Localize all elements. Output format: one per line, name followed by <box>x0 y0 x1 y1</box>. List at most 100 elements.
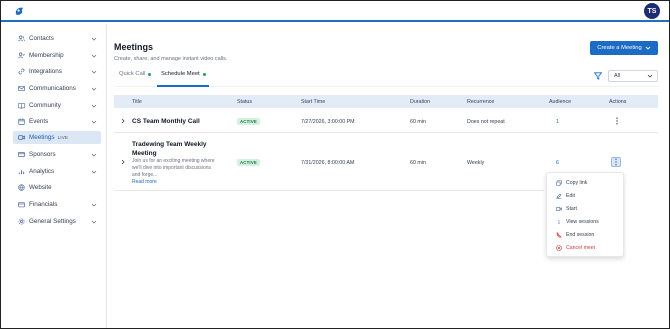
sidebar: Contacts Membership Integrations Communi… <box>1 24 107 328</box>
audience-count[interactable]: 1 <box>556 119 559 125</box>
sidebar-item-integrations[interactable]: Integrations <box>13 65 101 78</box>
user-check-icon <box>18 52 25 59</box>
sidebar-item-analytics[interactable]: Analytics <box>13 165 101 178</box>
meeting-description-line-2: we'll dive into important discussions <box>132 165 212 171</box>
sidebar-item-meetings[interactable]: Meetings LIVE <box>13 131 101 144</box>
chevron-down-icon <box>91 70 97 74</box>
chevron-down-icon <box>91 54 97 58</box>
page-title: Meetings <box>114 42 154 52</box>
filter-select-value: All <box>614 73 621 79</box>
chevron-down-icon <box>647 74 653 78</box>
sidebar-item-membership[interactable]: Membership <box>13 49 101 62</box>
tab-quick-call[interactable]: Quick Call <box>119 71 152 77</box>
menu-item-label: End session <box>566 232 595 238</box>
menu-item-edit[interactable]: Edit <box>547 190 625 202</box>
status-dot <box>202 72 206 76</box>
avatar[interactable]: TS <box>644 3 660 19</box>
wallet-icon <box>18 201 25 208</box>
chevron-down-icon <box>91 203 97 207</box>
meeting-title-line-1[interactable]: Tradewing Team Weekly <box>132 140 207 149</box>
meeting-description-line-1: Join us for an exciting meeting where <box>132 158 215 164</box>
recurrence: Does not repeat <box>467 119 505 125</box>
read-more-link[interactable]: Read more <box>132 179 157 185</box>
sidebar-item-website[interactable]: Website <box>13 181 101 194</box>
menu-item-start[interactable]: Start <box>547 203 625 215</box>
meeting-title-line-2[interactable]: Meeting <box>132 149 157 158</box>
sidebar-item-community[interactable]: Community <box>13 99 101 112</box>
menu-item-label: Start <box>566 206 577 212</box>
sidebar-item-contacts[interactable]: Contacts <box>13 32 101 45</box>
tab-schedule-meet[interactable]: Schedule Meet <box>161 71 206 77</box>
column-header-start-time: Start Time <box>301 98 326 105</box>
row-actions-button[interactable] <box>611 157 621 167</box>
audience-count[interactable]: 6 <box>556 160 559 166</box>
menu-item-label: View sessions <box>566 219 599 225</box>
menu-item-end-session[interactable]: End session <box>547 229 625 241</box>
app-window: TS Contacts Membership Integrations Comm… <box>0 0 670 329</box>
status-badge: ACTIVE <box>237 118 260 125</box>
menu-item-label: Copy link <box>566 180 588 186</box>
column-header-audience: Audience <box>549 98 572 105</box>
column-header-duration: Duration <box>410 98 431 105</box>
sidebar-item-label: General Settings <box>29 218 76 225</box>
card-icon <box>18 151 25 158</box>
filter-icon[interactable] <box>594 72 602 80</box>
sidebar-item-general-settings[interactable]: General Settings <box>13 215 101 228</box>
row-actions-button[interactable] <box>612 116 622 126</box>
sidebar-item-label: Financials <box>29 201 58 208</box>
sidebar-item-label: Membership <box>29 52 64 59</box>
sidebar-item-events[interactable]: Events <box>13 115 101 128</box>
expand-row-icon[interactable] <box>120 118 126 124</box>
top-bar: TS <box>1 1 669 22</box>
edit-icon <box>556 193 562 199</box>
sidebar-item-communications[interactable]: Communications <box>13 82 101 95</box>
page-subtitle: Create, share, and manage instant video … <box>114 56 228 62</box>
calendar-icon <box>18 118 25 125</box>
active-tab-indicator <box>157 85 209 87</box>
more-vertical-icon <box>616 117 618 125</box>
sidebar-item-label: Communications <box>29 85 76 92</box>
sidebar-item-financials[interactable]: Financials <box>13 198 101 211</box>
sidebar-item-sponsors[interactable]: Sponsors <box>13 148 101 161</box>
column-header-actions: Actions <box>609 98 627 105</box>
create-meeting-label: Create a Meeting <box>597 45 642 51</box>
chevron-down-icon <box>91 87 97 91</box>
sidebar-item-label: Sponsors <box>29 151 56 158</box>
menu-item-copy-link[interactable]: Copy link <box>547 177 625 189</box>
duration: 60 min <box>410 119 426 125</box>
sidebar-item-label: Community <box>29 102 61 109</box>
chevron-down-icon <box>91 37 97 41</box>
row-divider <box>114 190 544 191</box>
meeting-description-line-3: and forge... <box>132 172 158 178</box>
menu-item-cancel-meet[interactable]: Cancel meet <box>547 242 625 254</box>
filter-select[interactable]: All <box>608 70 658 82</box>
expand-row-icon[interactable] <box>120 159 126 165</box>
create-meeting-button[interactable]: Create a Meeting <box>590 41 658 55</box>
link-icon <box>18 68 25 75</box>
chevron-down-icon <box>91 153 97 157</box>
menu-item-view-sessions[interactable]: View sessions <box>547 216 625 228</box>
logo-icon[interactable] <box>14 6 25 17</box>
chevron-down-icon <box>91 104 97 108</box>
chevron-down-icon <box>91 170 97 174</box>
x-circle-icon <box>556 245 562 251</box>
actions-menu: Copy link Edit Start View sessions End s… <box>546 172 624 257</box>
menu-item-label: Edit <box>566 193 575 199</box>
sidebar-item-label: Meetings <box>29 134 55 141</box>
copy-icon <box>556 180 562 186</box>
meeting-title[interactable]: CS Team Monthly Call <box>132 117 200 126</box>
start-time: 7/31/2026, 8:00:00 AM <box>301 160 355 166</box>
status-dot <box>148 72 152 76</box>
chevron-down-icon <box>91 220 97 224</box>
video-icon <box>18 134 25 141</box>
sidebar-item-label: Events <box>29 118 49 125</box>
info-icon <box>556 219 562 225</box>
live-badge: LIVE <box>57 135 69 140</box>
column-header-title: Title <box>132 98 142 105</box>
users-icon <box>18 35 25 42</box>
status-badge: ACTIVE <box>237 159 260 166</box>
sidebar-item-label: Integrations <box>29 68 62 75</box>
column-header-recurrence: Recurrence <box>467 98 495 105</box>
sidebar-item-label: Contacts <box>29 35 54 42</box>
tab-label: Schedule Meet <box>161 71 200 77</box>
